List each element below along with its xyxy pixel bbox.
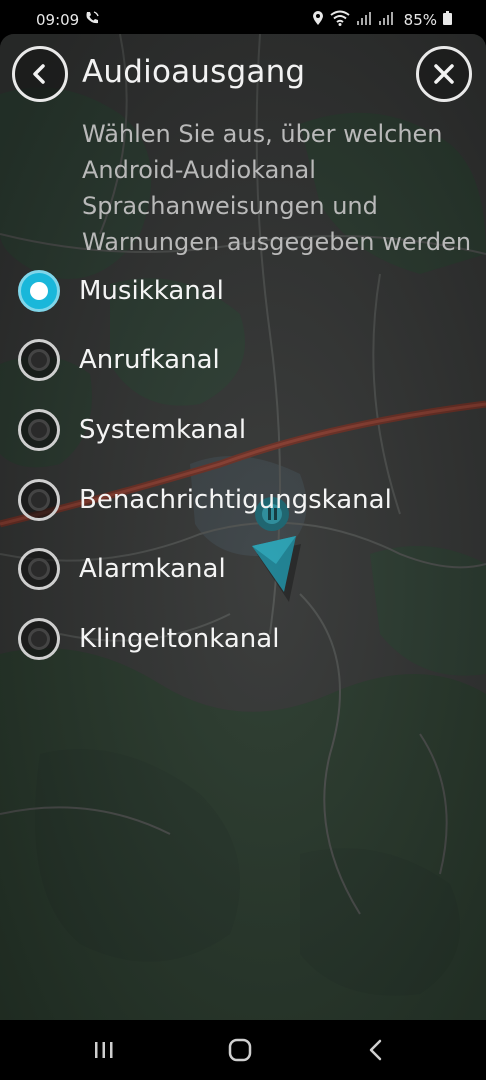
- description-text: Wählen Sie aus, über welchen Android-Aud…: [82, 116, 472, 260]
- location-icon: [312, 10, 324, 30]
- recent-apps-button[interactable]: [84, 1034, 124, 1066]
- back-button[interactable]: [12, 46, 68, 102]
- chevron-left-icon: [33, 64, 45, 84]
- recent-apps-icon: [95, 1042, 113, 1058]
- option-label: Systemkanal: [79, 415, 247, 445]
- battery-level: 85%: [403, 11, 437, 29]
- close-button[interactable]: [416, 46, 472, 102]
- radio-button-selected[interactable]: [18, 270, 60, 312]
- radio-button[interactable]: [18, 548, 60, 590]
- option-label: Musikkanal: [79, 276, 224, 306]
- option-label: Benachrichtigungskanal: [79, 485, 392, 515]
- system-back-button[interactable]: [356, 1034, 396, 1066]
- close-icon: [434, 64, 454, 84]
- wifi-icon: [330, 10, 350, 30]
- option-label: Alarmkanal: [79, 554, 226, 584]
- home-icon: [228, 1038, 252, 1062]
- home-button[interactable]: [220, 1034, 260, 1066]
- option-anrufkanal[interactable]: Anrufkanal: [18, 336, 458, 384]
- screen: 09:09 85% Audioausgang Wählen Sie aus, ü…: [0, 0, 486, 1080]
- system-navigation-bar: [0, 1020, 486, 1080]
- description-line: Wählen Sie aus, über welchen: [82, 120, 443, 148]
- page-title: Audioausgang: [82, 54, 306, 90]
- radio-button[interactable]: [18, 479, 60, 521]
- option-musikkanal[interactable]: Musikkanal: [18, 267, 458, 315]
- description-line: Warnungen ausgegeben werden: [82, 228, 472, 256]
- option-label: Klingeltonkanal: [79, 624, 280, 654]
- description-line: Sprachanweisungen und: [82, 192, 378, 220]
- back-arrow-icon: [369, 1039, 382, 1061]
- option-alarmkanal[interactable]: Alarmkanal: [18, 545, 458, 593]
- battery-icon: [443, 11, 452, 29]
- radio-button[interactable]: [18, 339, 60, 381]
- radio-button[interactable]: [18, 618, 60, 660]
- status-right: 85%: [312, 10, 452, 30]
- option-klingeltonkanal[interactable]: Klingeltonkanal: [18, 615, 458, 663]
- status-time: 09:09: [36, 11, 80, 29]
- wifi-calling-icon: [84, 10, 100, 30]
- radio-button[interactable]: [18, 409, 60, 451]
- signal-icon: [378, 11, 394, 29]
- description-line: Android-Audiokanal: [82, 156, 316, 184]
- option-systemkanal[interactable]: Systemkanal: [18, 406, 458, 454]
- option-benachrichtigungskanal[interactable]: Benachrichtigungskanal: [18, 476, 458, 524]
- option-label: Anrufkanal: [79, 345, 220, 375]
- signal-icon: [356, 11, 372, 29]
